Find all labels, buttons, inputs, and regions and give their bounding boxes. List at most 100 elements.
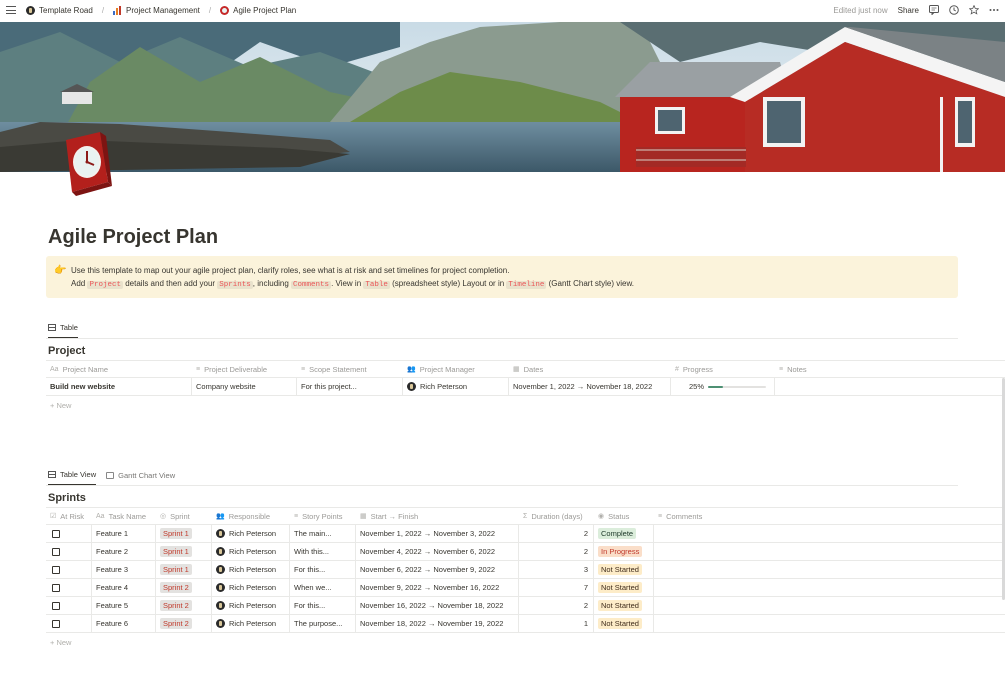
column-header-dates[interactable]: ▦ Dates xyxy=(509,361,671,377)
start-finish-cell[interactable]: November 4, 2022 → November 6, 2022 xyxy=(356,543,519,560)
new-row-button[interactable]: + New xyxy=(46,396,1005,414)
column-header-status[interactable]: ◉ Status xyxy=(594,508,654,524)
task-name-cell[interactable]: Feature 1 xyxy=(92,525,156,542)
more-icon[interactable] xyxy=(989,5,999,15)
duration-cell[interactable]: 3 xyxy=(519,561,594,578)
project-database-title[interactable]: Project xyxy=(48,345,85,357)
task-name-cell[interactable]: Feature 3 xyxy=(92,561,156,578)
column-header-progress[interactable]: # Progress xyxy=(671,361,775,377)
task-name-cell[interactable]: Feature 4 xyxy=(92,579,156,596)
responsible-cell[interactable]: Rich Peterson xyxy=(212,579,290,596)
tab-table-view[interactable]: Table View xyxy=(48,470,97,485)
column-header-responsible[interactable]: 👥 Responsible xyxy=(212,508,290,524)
status-cell[interactable]: Complete xyxy=(594,525,654,542)
alarm-clock-icon[interactable] xyxy=(60,130,112,198)
column-header-comments[interactable]: ≡ Comments xyxy=(654,508,1005,524)
duration-cell[interactable]: 2 xyxy=(519,525,594,542)
at-risk-checkbox-cell[interactable] xyxy=(46,525,92,542)
cover-image[interactable] xyxy=(0,22,1005,172)
story-points-cell[interactable]: The purpose... xyxy=(290,615,356,632)
duration-cell[interactable]: 7 xyxy=(519,579,594,596)
status-cell[interactable]: Not Started xyxy=(594,597,654,614)
comments-cell[interactable] xyxy=(654,525,1005,542)
at-risk-checkbox-cell[interactable] xyxy=(46,561,92,578)
duration-cell[interactable]: 1 xyxy=(519,615,594,632)
table-row[interactable]: Feature 3 Sprint 1 Rich Peterson For thi… xyxy=(46,561,1005,579)
at-risk-checkbox-cell[interactable] xyxy=(46,579,92,596)
callout[interactable]: 👉 Use this template to map out your agil… xyxy=(46,256,958,298)
comment-icon[interactable] xyxy=(929,5,939,15)
start-finish-cell[interactable]: November 9, 2022 → November 16, 2022 xyxy=(356,579,519,596)
breadcrumb-item-project-management[interactable]: Project Management xyxy=(126,6,200,15)
column-header-duration[interactable]: Σ Duration (days) xyxy=(519,508,594,524)
sprints-database-title[interactable]: Sprints xyxy=(48,492,86,504)
column-header-project-manager[interactable]: 👥 Project Manager xyxy=(403,361,509,377)
checkbox[interactable] xyxy=(52,565,60,574)
story-points-cell[interactable]: With this... xyxy=(290,543,356,560)
page-title[interactable]: Agile Project Plan xyxy=(48,226,218,249)
menu-icon[interactable] xyxy=(6,6,16,14)
sprint-cell[interactable]: Sprint 1 xyxy=(156,561,212,578)
at-risk-checkbox-cell[interactable] xyxy=(46,615,92,632)
status-cell[interactable]: Not Started xyxy=(594,579,654,596)
responsible-cell[interactable]: Rich Peterson xyxy=(212,525,290,542)
at-risk-checkbox-cell[interactable] xyxy=(46,597,92,614)
duration-cell[interactable]: 2 xyxy=(519,543,594,560)
column-header-scope-statement[interactable]: ≡ Scope Statement xyxy=(297,361,403,377)
checkbox[interactable] xyxy=(52,619,60,628)
at-risk-checkbox-cell[interactable] xyxy=(46,543,92,560)
share-button[interactable]: Share xyxy=(898,6,919,15)
table-row[interactable]: Feature 4 Sprint 2 Rich Peterson When we… xyxy=(46,579,1005,597)
table-row[interactable]: Build new website Company website For th… xyxy=(46,378,1005,396)
column-header-sprint[interactable]: ◎ Sprint xyxy=(156,508,212,524)
table-row[interactable]: Feature 2 Sprint 1 Rich Peterson With th… xyxy=(46,543,1005,561)
sprint-cell[interactable]: Sprint 2 xyxy=(156,597,212,614)
story-points-cell[interactable]: When we... xyxy=(290,579,356,596)
progress-cell[interactable]: 25% xyxy=(671,378,775,395)
history-icon[interactable] xyxy=(949,5,959,15)
comments-cell[interactable] xyxy=(654,579,1005,596)
status-cell[interactable]: Not Started xyxy=(594,615,654,632)
status-cell[interactable]: Not Started xyxy=(594,561,654,578)
project-manager-cell[interactable]: Rich Peterson xyxy=(403,378,509,395)
star-icon[interactable] xyxy=(969,5,979,15)
responsible-cell[interactable]: Rich Peterson xyxy=(212,597,290,614)
breadcrumb-item-agile-project-plan[interactable]: Agile Project Plan xyxy=(233,6,296,15)
responsible-cell[interactable]: Rich Peterson xyxy=(212,615,290,632)
comments-cell[interactable] xyxy=(654,543,1005,560)
status-cell[interactable]: In Progress xyxy=(594,543,654,560)
task-name-cell[interactable]: Feature 6 xyxy=(92,615,156,632)
tab-gantt-chart-view[interactable]: Gantt Chart View xyxy=(106,470,175,485)
task-name-cell[interactable]: Feature 2 xyxy=(92,543,156,560)
duration-cell[interactable]: 2 xyxy=(519,597,594,614)
column-header-task-name[interactable]: Aa Task Name xyxy=(92,508,156,524)
table-row[interactable]: Feature 5 Sprint 2 Rich Peterson For thi… xyxy=(46,597,1005,615)
project-deliverable-cell[interactable]: Company website xyxy=(192,378,297,395)
start-finish-cell[interactable]: November 16, 2022 → November 18, 2022 xyxy=(356,597,519,614)
task-name-cell[interactable]: Feature 5 xyxy=(92,597,156,614)
scope-statement-cell[interactable]: For this project... xyxy=(297,378,403,395)
table-row[interactable]: Feature 6 Sprint 2 Rich Peterson The pur… xyxy=(46,615,1005,633)
story-points-cell[interactable]: For this... xyxy=(290,561,356,578)
start-finish-cell[interactable]: November 18, 2022 → November 19, 2022 xyxy=(356,615,519,632)
column-header-at-risk[interactable]: ☑ At Risk xyxy=(46,508,92,524)
checkbox[interactable] xyxy=(52,601,60,610)
comments-cell[interactable] xyxy=(654,615,1005,632)
column-header-project-deliverable[interactable]: ≡ Project Deliverable xyxy=(192,361,297,377)
checkbox[interactable] xyxy=(52,547,60,556)
column-header-start-finish[interactable]: ▦ Start → Finish xyxy=(356,508,519,524)
sprint-cell[interactable]: Sprint 1 xyxy=(156,525,212,542)
new-row-button[interactable]: + New xyxy=(46,633,1005,651)
column-header-story-points[interactable]: ≡ Story Points xyxy=(290,508,356,524)
story-points-cell[interactable]: The main... xyxy=(290,525,356,542)
column-header-notes[interactable]: ≡ Notes xyxy=(775,361,1005,377)
comments-cell[interactable] xyxy=(654,561,1005,578)
checkbox[interactable] xyxy=(52,529,60,538)
notes-cell[interactable] xyxy=(775,378,1005,395)
responsible-cell[interactable]: Rich Peterson xyxy=(212,561,290,578)
tab-table[interactable]: Table xyxy=(48,323,78,338)
dates-cell[interactable]: November 1, 2022 → November 18, 2022 xyxy=(509,378,671,395)
start-finish-cell[interactable]: November 6, 2022 → November 9, 2022 xyxy=(356,561,519,578)
responsible-cell[interactable]: Rich Peterson xyxy=(212,543,290,560)
table-row[interactable]: Feature 1 Sprint 1 Rich Peterson The mai… xyxy=(46,525,1005,543)
